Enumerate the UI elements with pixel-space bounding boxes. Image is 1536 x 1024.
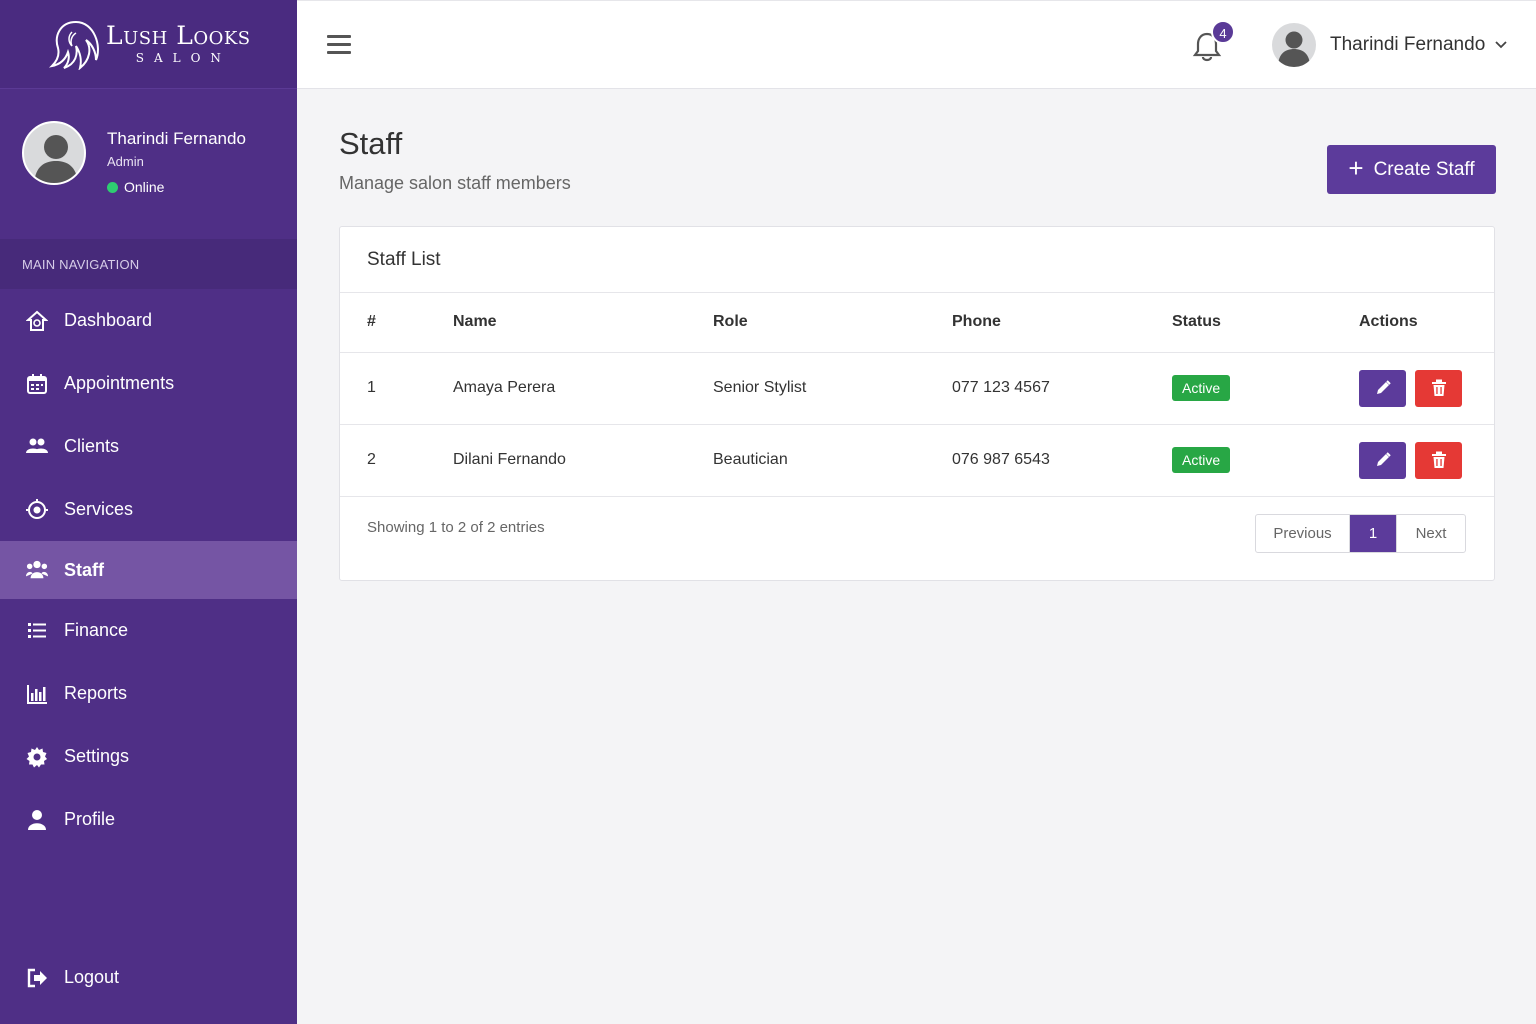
pagination-previous[interactable]: Previous <box>1256 515 1350 552</box>
entries-info: Showing 1 to 2 of 2 entries <box>367 519 545 536</box>
menu-toggle-icon[interactable] <box>327 35 351 55</box>
plus-icon: + <box>1348 152 1364 183</box>
sidebar-item-label: Appointments <box>64 373 175 393</box>
gear-icon <box>26 746 48 768</box>
cell-phone: 076 987 6543 <box>952 424 1172 497</box>
sidebar-item-finance[interactable]: Finance <box>0 599 297 662</box>
brand-subtitle: SALON <box>135 51 231 65</box>
column-header-phone: Phone <box>952 293 1172 353</box>
sidebar-item-reports[interactable]: Reports <box>0 662 297 725</box>
cell-number: 2 <box>340 424 453 497</box>
chevron-down-icon <box>1495 36 1507 54</box>
cell-role: Beautician <box>713 424 952 497</box>
cell-status: Active <box>1172 424 1359 497</box>
top-user-name: Tharindi Fernando <box>1330 34 1486 55</box>
list-icon <box>26 620 48 642</box>
brand[interactable]: Lush Looks SALON <box>0 0 297 89</box>
column-header-number: # <box>340 293 453 353</box>
user-icon <box>26 809 48 831</box>
calendar-icon <box>26 373 48 395</box>
sidebar-item-profile[interactable]: Profile <box>0 788 297 851</box>
logout-icon <box>26 967 48 989</box>
pencil-icon <box>1376 380 1391 394</box>
edit-button[interactable] <box>1359 369 1406 407</box>
brand-name: Lush Looks <box>106 21 251 50</box>
avatar[interactable] <box>22 121 86 185</box>
salon-logo-icon <box>44 16 104 72</box>
table-row: 2 Dilani Fernando Beautician 076 987 654… <box>340 424 1494 497</box>
nav-header: MAIN NAVIGATION <box>0 239 297 289</box>
delete-button[interactable] <box>1415 369 1462 407</box>
sidebar-item-label: Settings <box>64 746 130 766</box>
cell-role: Senior Stylist <box>713 352 952 425</box>
sidebar-item-staff[interactable]: Staff <box>0 541 297 599</box>
delete-button[interactable] <box>1415 441 1462 479</box>
create-staff-button[interactable]: + Create Staff <box>1327 145 1496 194</box>
pagination-page-1[interactable]: 1 <box>1350 515 1396 552</box>
sidebar-item-clients[interactable]: Clients <box>0 415 297 478</box>
status-badge: Active <box>1172 375 1231 401</box>
sidebar: Lush Looks SALON Tharindi Fernando Admin… <box>0 0 297 1024</box>
trash-icon <box>1431 451 1446 468</box>
cell-number: 1 <box>340 352 453 425</box>
user-silhouette-icon <box>34 135 78 183</box>
sidebar-item-services[interactable]: Services <box>0 478 297 541</box>
page-subtitle: Manage salon staff members <box>339 173 571 193</box>
staff-icon <box>26 559 48 581</box>
sidebar-item-label: Dashboard <box>64 310 153 330</box>
online-dot-icon <box>107 181 118 193</box>
edit-button[interactable] <box>1359 441 1406 479</box>
column-header-status: Status <box>1172 293 1359 353</box>
cell-phone: 077 123 4567 <box>952 352 1172 425</box>
sidebar-item-label: Finance <box>64 620 129 640</box>
create-staff-label: Create Staff <box>1373 158 1475 180</box>
cell-name: Dilani Fernando <box>453 424 713 497</box>
staff-list-card: Staff List # Name Role Phone Status Acti… <box>339 226 1495 581</box>
user-menu[interactable]: Tharindi Fernando <box>1272 23 1507 67</box>
user-status: Online <box>107 179 246 195</box>
table-header-row: # Name Role Phone Status Actions <box>340 293 1494 353</box>
notification-count-badge: 4 <box>1211 20 1235 44</box>
table-row: 1 Amaya Perera Senior Stylist 077 123 45… <box>340 352 1494 425</box>
bar-chart-icon <box>26 683 48 705</box>
sidebar-item-label: Clients <box>64 436 120 456</box>
avatar <box>1272 23 1316 67</box>
sidebar-item-label: Reports <box>64 683 128 703</box>
sidebar-item-dashboard[interactable]: Dashboard <box>0 289 297 352</box>
home-icon <box>26 310 48 332</box>
column-header-name: Name <box>453 293 713 353</box>
column-header-role: Role <box>713 293 952 353</box>
cell-actions <box>1359 424 1494 497</box>
sidebar-item-label: Services <box>64 499 134 519</box>
column-header-actions: Actions <box>1359 293 1494 353</box>
top-bar: 4 Tharindi Fernando <box>297 0 1536 89</box>
user-panel: Tharindi Fernando Admin Online <box>0 89 297 239</box>
sidebar-item-label: Profile <box>64 809 116 829</box>
user-silhouette-icon <box>1278 31 1310 67</box>
page-title: Staff <box>339 126 403 161</box>
pencil-icon <box>1376 452 1391 466</box>
sidebar-item-appointments[interactable]: Appointments <box>0 352 297 415</box>
cell-status: Active <box>1172 352 1359 425</box>
sidebar-item-settings[interactable]: Settings <box>0 725 297 788</box>
trash-icon <box>1431 379 1446 396</box>
logout-button[interactable]: Logout <box>0 946 297 1009</box>
user-name: Tharindi Fernando <box>107 129 246 148</box>
pagination: Previous 1 Next <box>1255 514 1466 553</box>
services-icon <box>26 498 48 521</box>
cell-actions <box>1359 352 1494 425</box>
status-badge: Active <box>1172 447 1231 473</box>
pagination-next[interactable]: Next <box>1396 515 1465 552</box>
sidebar-item-label: Staff <box>64 559 104 580</box>
table-footer: Showing 1 to 2 of 2 entries Previous 1 N… <box>340 495 1494 581</box>
cell-name: Amaya Perera <box>453 352 713 425</box>
logout-label: Logout <box>64 967 120 987</box>
main-navigation: Dashboard Appointments Clients Services … <box>0 289 297 851</box>
users-icon <box>26 436 48 458</box>
card-title: Staff List <box>340 227 1494 293</box>
staff-table: # Name Role Phone Status Actions 1 Amaya… <box>340 293 1494 497</box>
user-status-label: Online <box>124 179 165 195</box>
user-role: Admin <box>107 154 144 169</box>
